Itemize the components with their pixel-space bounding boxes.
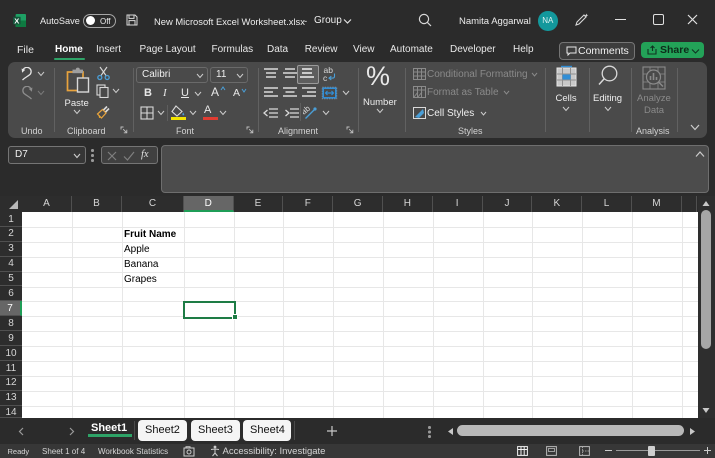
- svg-text:ab: ab: [303, 104, 312, 116]
- svg-text:X: X: [14, 16, 19, 25]
